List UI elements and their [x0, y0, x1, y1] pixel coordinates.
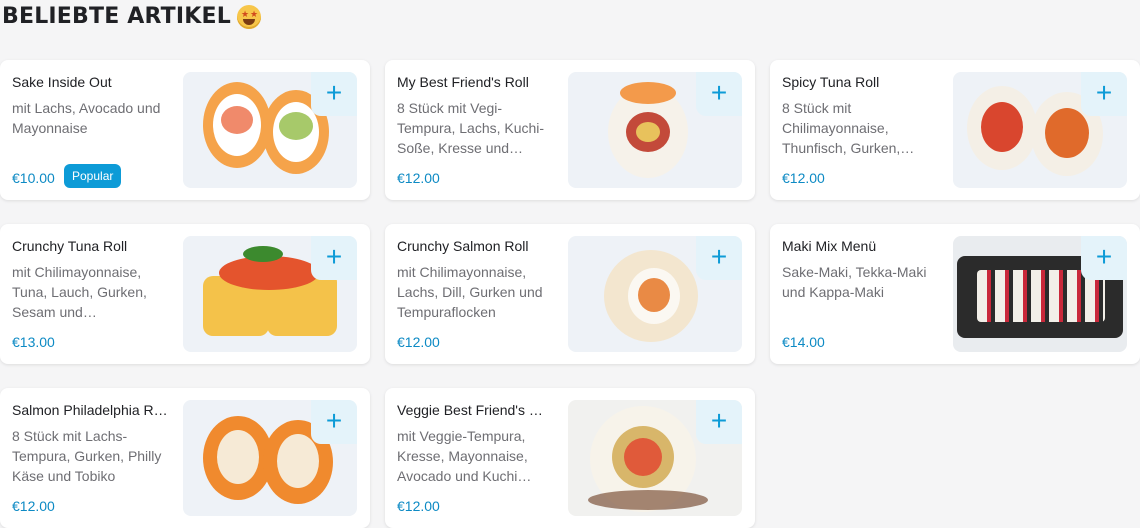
product-description: Sake-Maki, Tekka-Maki und Kappa-Maki — [782, 264, 927, 300]
section-title: BELIEBTE ARTIKEL ★ ★ — [2, 4, 261, 29]
product-image: + — [953, 72, 1127, 188]
add-to-cart-button[interactable]: + — [696, 400, 742, 444]
product-description: mit Lachs, Avocado und Mayonnaise — [12, 100, 161, 136]
product-price: €10.00 — [12, 170, 55, 186]
product-price: €12.00 — [12, 498, 55, 514]
product-card[interactable]: Maki Mix Menü Sake-Maki, Tekka-Maki und … — [770, 224, 1140, 364]
product-price: €12.00 — [397, 498, 440, 514]
product-description: mit Veggie-Tempura, Kresse, Mayonnaise, … — [397, 428, 532, 484]
product-price: €12.00 — [397, 170, 440, 186]
product-card[interactable]: Salmon Philadelphia R… 8 Stück mit Lachs… — [0, 388, 370, 528]
product-name: My Best Friend's Roll — [397, 74, 529, 90]
add-to-cart-button[interactable]: + — [1081, 72, 1127, 116]
popular-badge: Popular — [64, 164, 122, 188]
product-card[interactable]: Spicy Tuna Roll 8 Stück mit Chilimayonna… — [770, 60, 1140, 200]
product-name: Maki Mix Menü — [782, 238, 877, 254]
add-to-cart-button[interactable]: + — [311, 400, 357, 444]
product-name: Spicy Tuna Roll — [782, 74, 880, 90]
product-description: mit Chilimayonnaise, Lachs, Dill, Gurken… — [397, 264, 543, 320]
product-image: + — [183, 400, 357, 516]
product-price: €13.00 — [12, 334, 55, 350]
product-card[interactable]: My Best Friend's Roll 8 Stück mit Vegi-T… — [385, 60, 755, 200]
add-to-cart-button[interactable]: + — [311, 72, 357, 116]
product-description: 8 Stück mit Lachs-Tempura, Gurken, Phill… — [12, 428, 162, 484]
product-image: + — [568, 400, 742, 516]
product-name: Salmon Philadelphia R… — [12, 402, 168, 418]
product-card[interactable]: Sake Inside Out mit Lachs, Avocado und M… — [0, 60, 370, 200]
add-to-cart-button[interactable]: + — [1081, 236, 1127, 280]
add-to-cart-button[interactable]: + — [696, 72, 742, 116]
product-name: Crunchy Salmon Roll — [397, 238, 529, 254]
product-card[interactable]: Crunchy Tuna Roll mit Chilimayonnaise, T… — [0, 224, 370, 364]
product-image: + — [953, 236, 1127, 352]
product-price: €14.00 — [782, 334, 825, 350]
product-image: + — [183, 72, 357, 188]
product-card[interactable]: Veggie Best Friend's … mit Veggie-Tempur… — [385, 388, 755, 528]
product-description: 8 Stück mit Vegi-Tempura, Lachs, Kuchi-S… — [397, 100, 545, 156]
product-price: €12.00 — [782, 170, 825, 186]
product-name: Veggie Best Friend's … — [397, 402, 543, 418]
product-image: + — [183, 236, 357, 352]
add-to-cart-button[interactable]: + — [311, 236, 357, 280]
product-name: Crunchy Tuna Roll — [12, 238, 128, 254]
product-price: €12.00 — [397, 334, 440, 350]
product-name: Sake Inside Out — [12, 74, 112, 90]
product-description: mit Chilimayonnaise, Tuna, Lauch, Gurken… — [12, 264, 147, 320]
add-to-cart-button[interactable]: + — [696, 236, 742, 280]
section-title-text: BELIEBTE ARTIKEL — [2, 4, 231, 29]
star-struck-emoji-icon: ★ ★ — [236, 4, 261, 29]
product-card[interactable]: Crunchy Salmon Roll mit Chilimayonnaise,… — [385, 224, 755, 364]
product-image: + — [568, 72, 742, 188]
product-image: + — [568, 236, 742, 352]
product-description: 8 Stück mit Chilimayonnaise, Thunfisch, … — [782, 100, 915, 156]
